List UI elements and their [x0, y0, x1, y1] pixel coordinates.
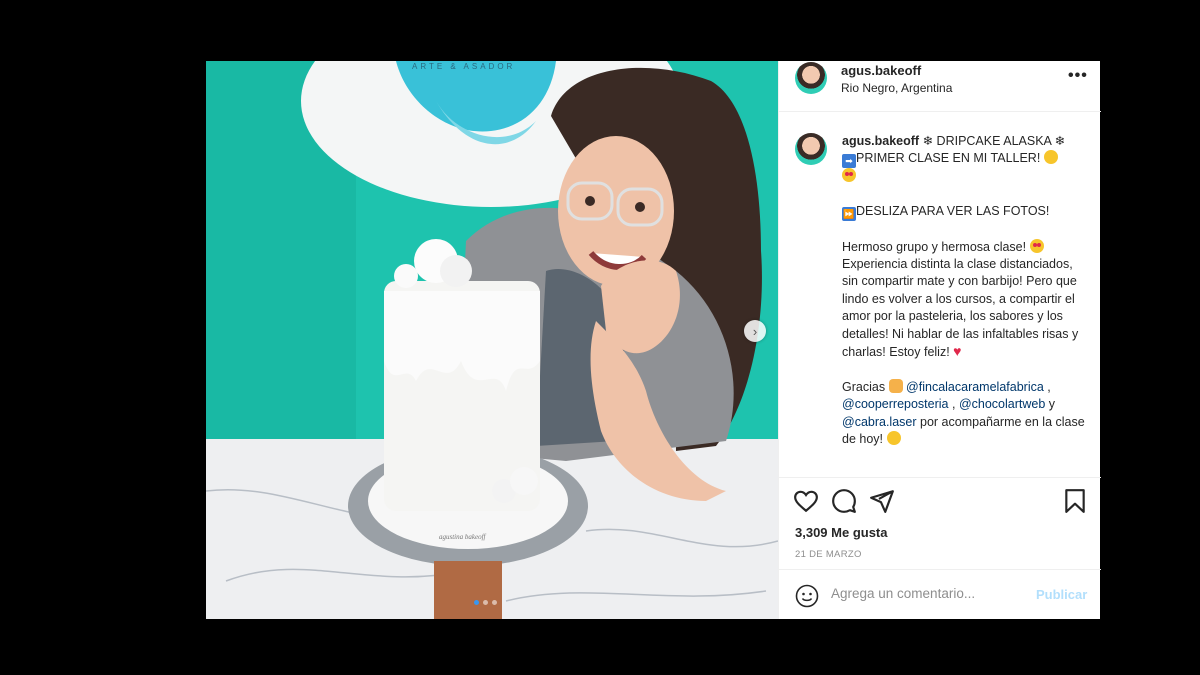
comment-input[interactable] [831, 586, 1031, 601]
hugging-emoji-icon [888, 378, 903, 393]
share-icon[interactable] [869, 488, 895, 514]
carousel-dot [492, 600, 497, 605]
post-date: 21 DE MARZO [795, 549, 862, 560]
separator: , [951, 397, 956, 412]
red-heart-emoji-icon: ♥ [953, 343, 962, 360]
mention-link[interactable]: @cabra.laser [842, 415, 917, 429]
sign-text: ARTE & ASADOR [412, 62, 515, 71]
caption-username[interactable]: agus.bakeoff [842, 134, 919, 148]
face-emoji-icon [1043, 150, 1058, 165]
separator: , [1047, 379, 1051, 394]
header-username[interactable]: agus.bakeoff [841, 63, 921, 78]
carousel-dots [474, 600, 497, 605]
emoji-icon[interactable] [795, 584, 819, 608]
caption-thanks: Gracias [842, 379, 886, 394]
likes-count[interactable]: 3,309 Me gusta [795, 525, 888, 540]
avatar[interactable] [795, 133, 827, 165]
carousel-dot [474, 600, 479, 605]
caption-body: Hermoso grupo y hermosa clase! [842, 239, 1027, 254]
caption-text: agus.bakeoff ❄ DRIPCAKE ALASKA ❄ ➡ PRIMER… [842, 133, 1087, 466]
caption-line2: PRIMER CLASE EN MI TALLER! [856, 151, 1041, 166]
conjunction: y [1048, 397, 1056, 412]
caption-title: ❄ DRIPCAKE ALASKA ❄ [922, 134, 1066, 148]
comment-bar: Publicar [779, 569, 1101, 619]
smile-emoji-icon [886, 431, 901, 446]
mention-link[interactable]: @fincalacaramelafabrica [906, 380, 1044, 394]
avatar[interactable] [795, 62, 827, 94]
post-side-panel: agus.bakeoff Rio Negro, Argentina ••• ag… [778, 61, 1101, 619]
next-photo-button[interactable]: › [744, 320, 766, 342]
fast-forward-emoji-icon: ⏩ [842, 207, 856, 222]
mention-link[interactable]: @chocolartweb [959, 397, 1045, 411]
post-header: agus.bakeoff Rio Negro, Argentina ••• [779, 61, 1101, 112]
more-options-icon[interactable]: ••• [1068, 67, 1088, 85]
photo-scene: ARTE & ASADOR agustina bakeoff [206, 61, 778, 619]
arrow-right-emoji-icon: ➡ [842, 154, 856, 169]
mention-link[interactable]: @cooperreposteria [842, 397, 949, 411]
comment-icon[interactable] [831, 488, 857, 514]
heart-eyes-emoji-icon [842, 168, 856, 183]
carousel-dot [483, 600, 488, 605]
chevron-right-icon: › [752, 323, 758, 339]
instagram-post: ARTE & ASADOR agustina bakeoff › agus.ba… [206, 61, 1101, 619]
header-location[interactable]: Rio Negro, Argentina [841, 81, 952, 95]
post-photo[interactable]: ARTE & ASADOR agustina bakeoff › [206, 61, 778, 619]
publish-button[interactable]: Publicar [1036, 587, 1087, 602]
board-text: agustina bakeoff [439, 533, 487, 541]
heart-icon[interactable] [793, 488, 819, 514]
bookmark-icon[interactable] [1062, 488, 1088, 514]
heart-eyes-emoji-icon [1029, 238, 1044, 253]
caption-swipe: DESLIZA PARA VER LAS FOTOS! [856, 204, 1050, 219]
